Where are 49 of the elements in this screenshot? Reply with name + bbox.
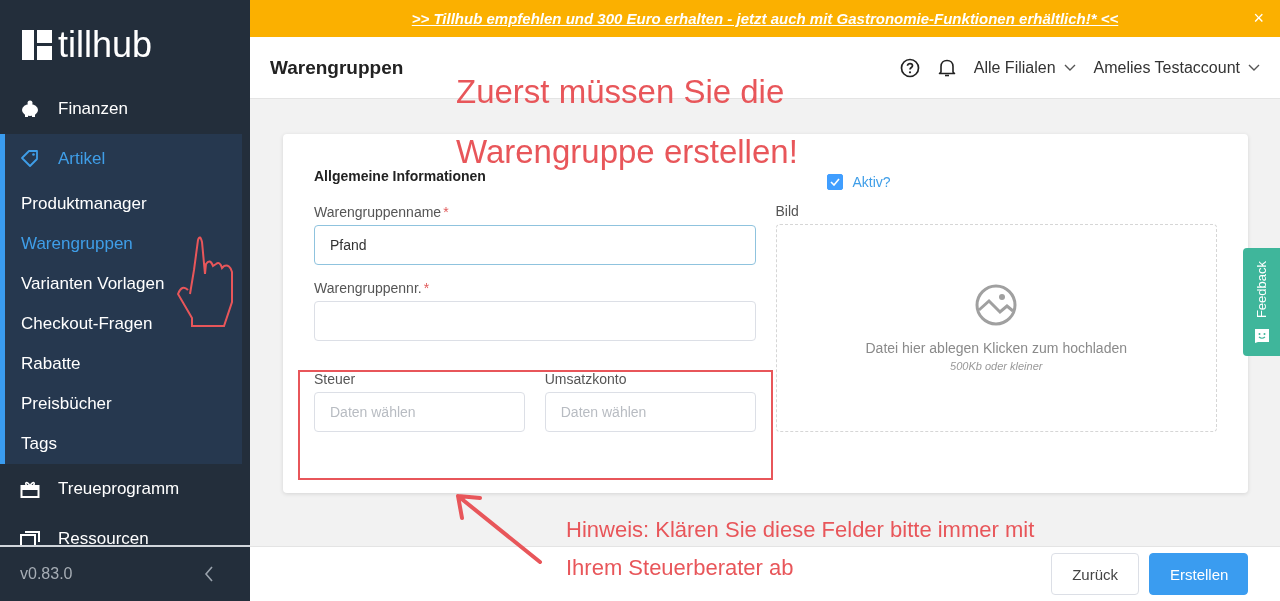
nav-subitem[interactable]: Produktmanager (5, 184, 242, 224)
nav-item[interactable]: Ressourcen (0, 514, 250, 545)
section-title: Allgemeine Informationen (314, 168, 486, 186)
nav-item[interactable]: Artikel (5, 134, 242, 184)
collapse-chevron-icon[interactable] (204, 566, 214, 582)
select-field[interactable]: Daten wählen (544, 392, 756, 432)
checkbox-label: Aktiv? (852, 174, 891, 190)
chevron-down-icon (1063, 63, 1076, 72)
nav-subitem[interactable]: Preisbücher (5, 384, 242, 424)
dropzone-text: Datei hier ablegen Klicken zum hochladen (865, 340, 1127, 356)
annotation-text: Ihrem Steuerberater ab (566, 554, 794, 582)
checkbox[interactable] (826, 174, 843, 190)
nav-item[interactable]: Treueprogramm (0, 464, 250, 514)
nav-subitem[interactable]: Varianten Vorlagen (5, 264, 242, 304)
version-label: v0.83.0 (20, 565, 73, 583)
nav-subitem[interactable]: Tags (5, 424, 242, 464)
nav-subitem[interactable]: Rabatte (5, 344, 242, 384)
nav-item[interactable]: Finanzen (0, 84, 250, 134)
annotation-text: Hinweis: Klären Sie diese Felder bitte immer mit (566, 516, 1035, 544)
field-label: Bild (775, 203, 800, 219)
logo-icon (22, 30, 52, 60)
text-field[interactable]: Pfand (314, 225, 756, 265)
image-dropzone[interactable]: Datei hier ablegen Klicken zum hochladen 500Kb oder kleiner (775, 224, 1217, 432)
field-label: Steuer (314, 371, 357, 387)
branch-dropdown[interactable]: Alle Filialen (973, 58, 1076, 77)
image-icon (975, 284, 1018, 326)
field-label: Warengruppenname* (314, 204, 450, 220)
page-title: Warengruppen (270, 56, 404, 79)
gift-icon (20, 480, 40, 498)
text-field[interactable] (314, 300, 756, 341)
select-field[interactable]: Daten wählen (314, 392, 525, 432)
pointing-hand-icon (176, 234, 236, 330)
windows-icon (20, 531, 40, 545)
field-label: Umsatzkonto (544, 371, 628, 387)
account-dropdown[interactable]: Amelies Testaccount (1093, 58, 1260, 77)
nav-subitem[interactable]: Checkout-Fragen (5, 304, 242, 344)
piggy-bank-icon (20, 100, 40, 118)
bell-icon[interactable] (937, 57, 956, 78)
logo-text: tillhub (58, 28, 153, 62)
back-button[interactable]: Zurück (1051, 553, 1139, 595)
chat-face-icon (1253, 326, 1270, 343)
help-icon[interactable] (899, 57, 920, 78)
tag-icon (20, 149, 40, 169)
annotation-text: Zuerst müssen Sie die (456, 72, 785, 112)
nav-subitem[interactable]: Warengruppen (5, 224, 242, 264)
dropzone-hint: 500Kb oder kleiner (950, 360, 1043, 372)
check-icon (829, 178, 840, 186)
field-label: Warengruppennr.* (314, 279, 431, 296)
chevron-down-icon (1248, 63, 1260, 72)
